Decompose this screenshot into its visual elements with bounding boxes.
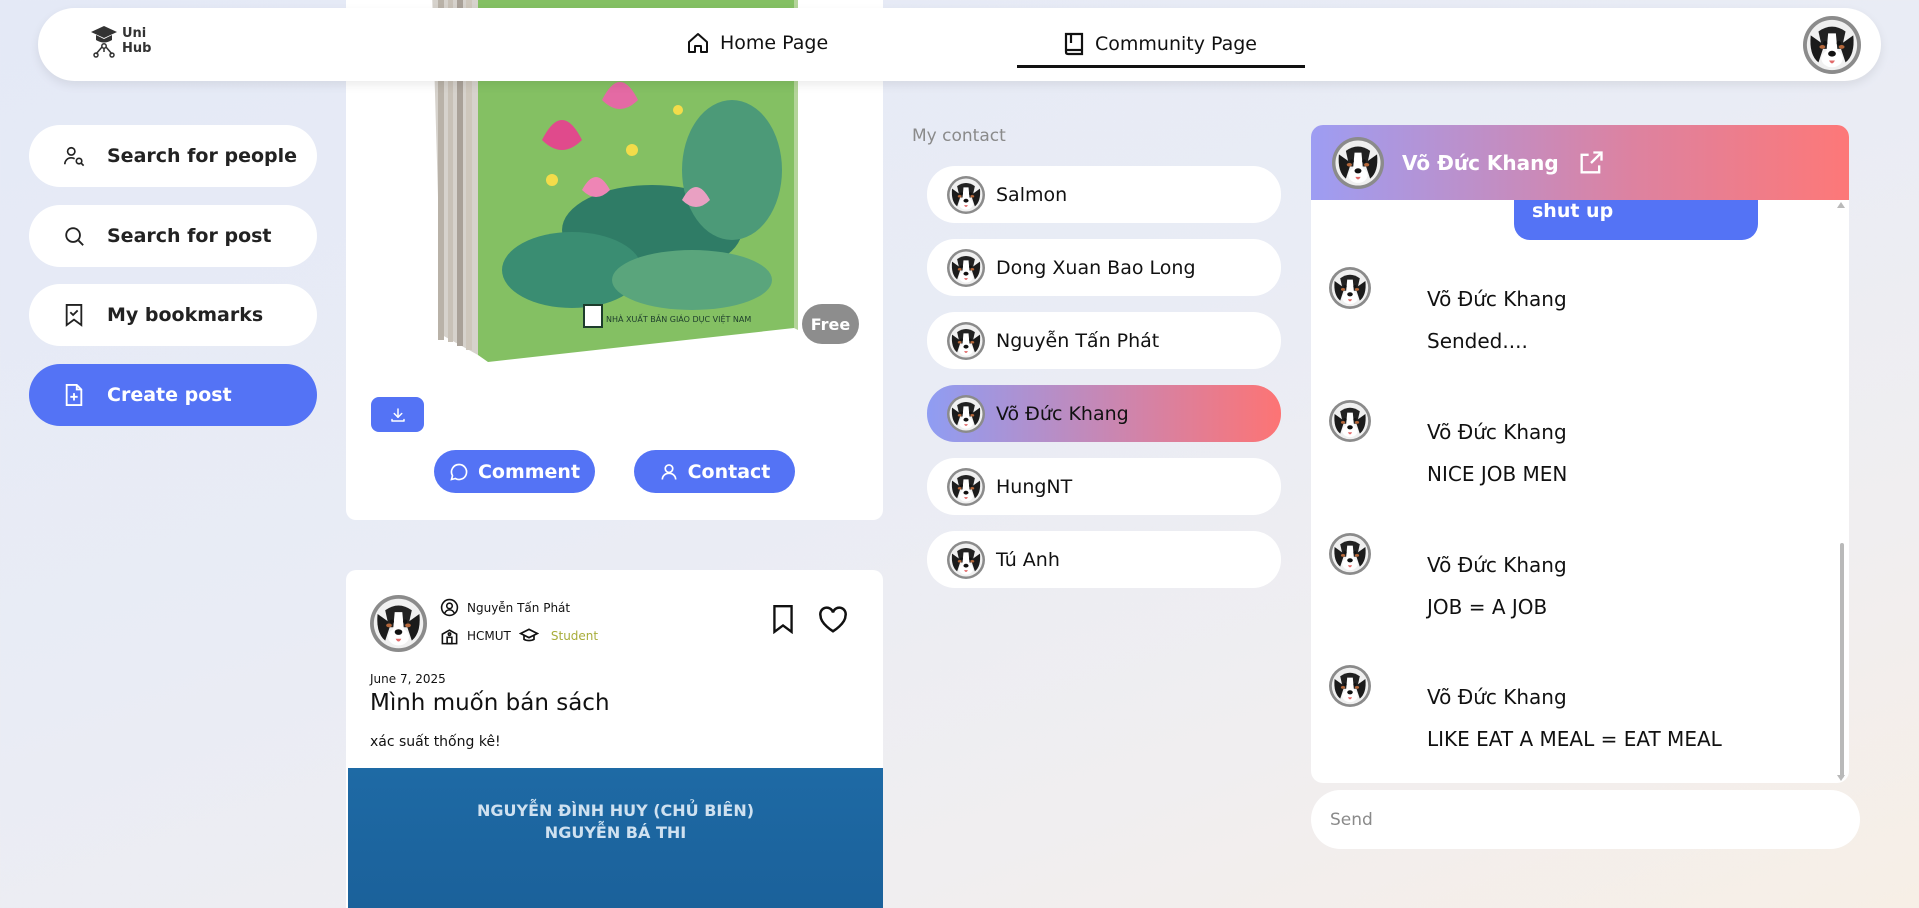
contact-item[interactable]: Tú Anh bbox=[927, 531, 1281, 588]
post-date: June 7, 2025 bbox=[370, 672, 446, 686]
contact-button[interactable]: Contact bbox=[634, 450, 795, 493]
contact-item[interactable]: Salmon bbox=[927, 166, 1281, 223]
contact-name: HungNT bbox=[996, 475, 1073, 498]
logo-text: Uni bbox=[122, 26, 147, 41]
sidebar-item-bookmarks[interactable]: My bookmarks bbox=[29, 284, 317, 346]
contact-name: Dong Xuan Bao Long bbox=[996, 256, 1196, 279]
chat-header: Võ Đức Khang bbox=[1311, 125, 1849, 200]
avatar bbox=[947, 249, 985, 287]
book-cover-image: NGUYỄN ĐÌNH HUY (CHỦ BIÊN) NGUYỄN BÁ THI bbox=[348, 768, 883, 908]
sidebar-item-search-people[interactable]: Search for people bbox=[29, 125, 317, 187]
search-icon bbox=[65, 227, 84, 246]
message-sender: Võ Đức Khang bbox=[1427, 553, 1567, 577]
role-label: Student bbox=[550, 629, 599, 643]
message-text: JOB = A JOB bbox=[1427, 595, 1548, 619]
message-text: NICE JOB MEN bbox=[1427, 462, 1568, 486]
contact-name: Nguyễn Tấn Phát bbox=[996, 329, 1160, 352]
message-sender: Võ Đức Khang bbox=[1427, 287, 1567, 311]
school-icon bbox=[441, 628, 458, 644]
scroll-down-icon[interactable] bbox=[1837, 775, 1845, 781]
logo[interactable]: Uni Hub bbox=[90, 24, 151, 58]
message-text: Sended.... bbox=[1427, 329, 1528, 353]
graduation-cap-icon bbox=[91, 26, 117, 58]
avatar bbox=[1329, 400, 1371, 442]
avatar bbox=[1329, 533, 1371, 575]
sidebar-item-label: My bookmarks bbox=[107, 304, 264, 326]
avatar bbox=[1329, 665, 1371, 707]
message-sender: Võ Đức Khang bbox=[1427, 420, 1567, 444]
bookmark-icon[interactable] bbox=[770, 604, 796, 634]
contact-button-label: Contact bbox=[687, 460, 771, 483]
school-name: HCMUT bbox=[467, 629, 511, 643]
avatar bbox=[947, 395, 985, 433]
avatar bbox=[947, 468, 985, 506]
bookmark-icon bbox=[65, 304, 83, 327]
graduation-cap-icon bbox=[518, 628, 539, 642]
tab-community[interactable]: Community Page bbox=[1063, 31, 1257, 57]
cover-author-line: NGUYỄN BÁ THI bbox=[544, 823, 687, 842]
contacts-heading: My contact bbox=[912, 126, 1006, 146]
avatar bbox=[947, 541, 985, 579]
avatar[interactable] bbox=[1803, 16, 1861, 74]
message-sender: Võ Đức Khang bbox=[1427, 685, 1567, 709]
avatar[interactable] bbox=[1332, 137, 1384, 189]
contact-item[interactable]: HungNT bbox=[927, 458, 1281, 515]
home-icon bbox=[688, 33, 708, 53]
sidebar-item-label: Create post bbox=[107, 384, 232, 406]
post-card: Nguyễn Tấn Phát HCMUT Student June 7, 20… bbox=[346, 570, 883, 908]
top-navbar: Uni Hub Home Page Community Page bbox=[38, 8, 1881, 81]
price-badge: Free bbox=[802, 304, 859, 344]
contact-name: Tú Anh bbox=[996, 548, 1060, 571]
tab-community-label: Community Page bbox=[1095, 33, 1258, 55]
chat-panel: Võ Đức Khang shut up Võ Đức Khang Sended… bbox=[1311, 125, 1849, 783]
chat-scrollbar[interactable] bbox=[1837, 200, 1845, 783]
scroll-up-icon[interactable] bbox=[1837, 202, 1845, 208]
download-icon bbox=[390, 407, 405, 422]
file-plus-icon bbox=[65, 384, 83, 406]
active-tab-indicator bbox=[1017, 65, 1305, 68]
publisher-text: NHÀ XUẤT BẢN GIÁO DỤC VIỆT NAM bbox=[606, 313, 751, 325]
user-icon bbox=[661, 463, 677, 480]
avatar bbox=[947, 176, 985, 214]
avatar bbox=[947, 322, 985, 360]
sidebar-item-search-post[interactable]: Search for post bbox=[29, 205, 317, 267]
post-title: Mình muốn bán sách bbox=[370, 690, 610, 716]
download-button[interactable] bbox=[371, 397, 424, 432]
book-icon bbox=[1064, 32, 1084, 56]
contact-item[interactable]: Dong Xuan Bao Long bbox=[927, 239, 1281, 296]
post-description: xác suất thống kê! bbox=[370, 734, 501, 750]
sidebar-item-label: Search for post bbox=[107, 225, 272, 247]
tab-home[interactable]: Home Page bbox=[686, 31, 828, 55]
author-row: Nguyễn Tấn Phát bbox=[440, 598, 570, 617]
sidebar-item-label: Search for people bbox=[107, 145, 298, 167]
user-search-icon bbox=[64, 146, 85, 167]
message-text: LIKE EAT A MEAL = EAT MEAL bbox=[1427, 727, 1722, 751]
user-circle-icon bbox=[440, 598, 459, 617]
comment-button[interactable]: Comment bbox=[434, 450, 595, 493]
contact-name: Võ Đức Khang bbox=[996, 402, 1129, 425]
author-name[interactable]: Nguyễn Tấn Phát bbox=[467, 601, 570, 615]
sidebar-item-create-post[interactable]: Create post bbox=[29, 364, 317, 426]
external-link-icon[interactable] bbox=[1577, 149, 1605, 177]
comment-icon bbox=[450, 463, 468, 481]
chat-header-name: Võ Đức Khang bbox=[1402, 150, 1559, 175]
school-row: HCMUT Student bbox=[440, 626, 598, 646]
avatar bbox=[1329, 267, 1371, 309]
cover-author-line: NGUYỄN ĐÌNH HUY (CHỦ BIÊN) bbox=[476, 801, 755, 820]
contact-name: Salmon bbox=[996, 183, 1068, 206]
heart-icon[interactable] bbox=[818, 606, 848, 634]
contact-item[interactable]: Nguyễn Tấn Phát bbox=[927, 312, 1281, 369]
tab-home-label: Home Page bbox=[720, 32, 829, 54]
contact-item-active[interactable]: Võ Đức Khang bbox=[927, 385, 1281, 442]
avatar[interactable] bbox=[370, 595, 427, 652]
logo-text: Hub bbox=[122, 41, 152, 56]
comment-button-label: Comment bbox=[477, 460, 581, 483]
scrollbar-thumb[interactable] bbox=[1840, 543, 1844, 778]
chat-message-input[interactable] bbox=[1311, 790, 1860, 849]
